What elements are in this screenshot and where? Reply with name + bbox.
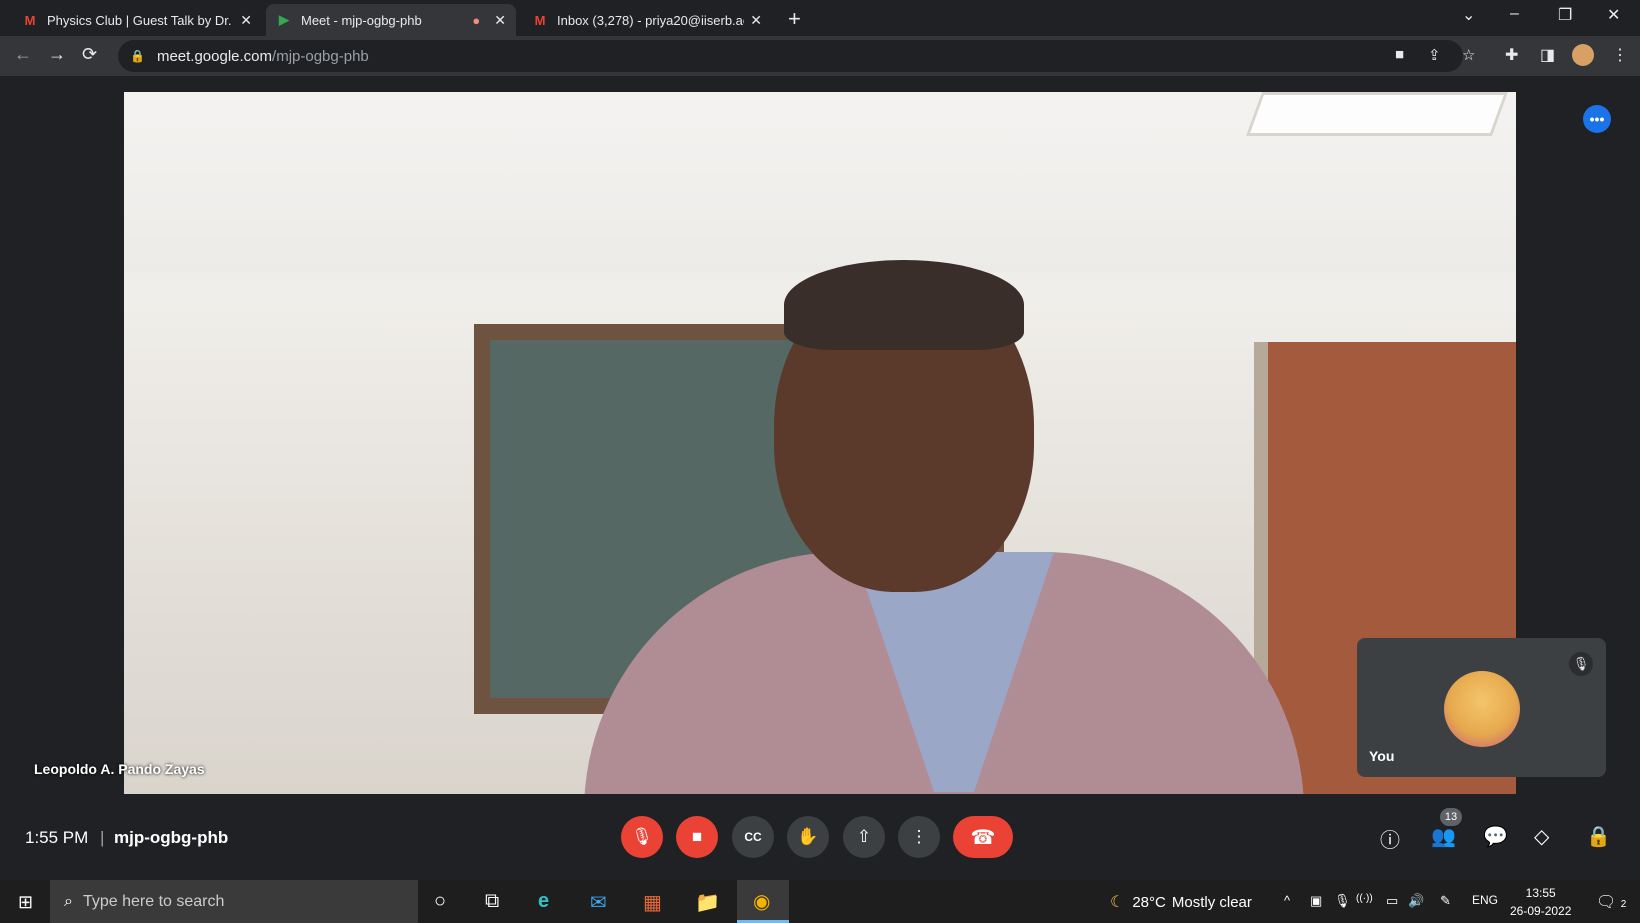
reload-button[interactable]: ⟳	[82, 44, 97, 65]
self-name: You	[1369, 748, 1395, 764]
chat-icon[interactable]: 💬	[1483, 824, 1508, 849]
meet-controls-bar: 1:55 PM | mjp-ogbg-phb 🎙 ■ CC ✋ ⇧ ⋮ ☎ ⓘ …	[0, 794, 1640, 880]
clock-time: 13:55	[1525, 886, 1556, 900]
browser-toolbar: ← → ⟳ 🔒 meet.google.com /mjp-ogbg-phb ■ …	[0, 36, 1640, 76]
notification-glyph: 🗨	[1596, 894, 1617, 911]
tab-inbox[interactable]: M Inbox (3,278) - priya20@iiserb.ac ✕	[522, 4, 772, 36]
url-path: /mjp-ogbg-phb	[272, 47, 369, 65]
meeting-separator: |	[100, 828, 105, 847]
notification-icon[interactable]: 🗨 2	[1596, 892, 1626, 912]
back-button[interactable]: ←	[14, 44, 32, 65]
more-vert-icon: ⋮	[910, 827, 928, 846]
search-icon: ⌕	[64, 892, 73, 910]
tab-bar: M Physics Club | Guest Talk by Dr. L ✕ ▶…	[0, 0, 1640, 36]
side-panel-icon[interactable]: ◨	[1540, 45, 1555, 65]
language-indicator[interactable]: ENG	[1472, 893, 1498, 907]
meeting-code: mjp-ogbg-phb	[114, 828, 229, 847]
address-bar[interactable]: 🔒 meet.google.com /mjp-ogbg-phb	[118, 40, 1463, 72]
speaker-video	[124, 92, 1516, 795]
participant-count-badge: 13	[1440, 808, 1462, 826]
url-host: meet.google.com	[156, 47, 273, 65]
lock-icon[interactable]: 🔒	[130, 49, 145, 63]
weather-widget[interactable]: ☾ 28°C Mostly clear	[1110, 892, 1252, 912]
cortana-icon[interactable]: ○	[434, 890, 446, 913]
forward-button[interactable]: →	[48, 44, 66, 65]
weather-temp: 28°C	[1132, 893, 1166, 911]
browser-menu-icon[interactable]: ⋮	[1612, 45, 1628, 65]
pen-icon[interactable]: ✎	[1440, 893, 1451, 909]
restore-button[interactable]: ❐	[1558, 5, 1572, 25]
mic-off-icon: 🎙	[631, 827, 653, 846]
mail-icon[interactable]: ✉	[590, 890, 607, 915]
task-view-icon[interactable]: ⧉	[485, 890, 499, 913]
present-button[interactable]: ⇧	[843, 816, 885, 858]
hand-icon: ✋	[797, 827, 819, 846]
meeting-time: 1:55 PM	[25, 828, 89, 847]
bookmark-star-icon[interactable]: ☆	[1462, 46, 1475, 64]
notification-count: 2	[1620, 899, 1627, 910]
tab-label: Inbox (3,278) - priya20@iiserb.ac	[557, 12, 745, 28]
present-icon: ⇧	[856, 827, 872, 846]
tray-meet-icon[interactable]: ▣	[1310, 893, 1322, 909]
speaker-name: Leopoldo A. Pando Zayas	[34, 761, 205, 777]
clock-date: 26-09-2022	[1510, 904, 1572, 918]
host-controls-icon[interactable]: 🔒	[1586, 824, 1611, 849]
camera-toggle-button[interactable]: ■	[676, 816, 718, 858]
extensions-icon[interactable]: ✚	[1505, 45, 1518, 65]
tab-physics-club[interactable]: M Physics Club | Guest Talk by Dr. L ✕	[12, 4, 262, 36]
close-window-button[interactable]: ✕	[1607, 5, 1620, 25]
raise-hand-button[interactable]: ✋	[787, 816, 829, 858]
file-explorer-icon[interactable]: 📁	[695, 890, 720, 915]
tab-search-icon[interactable]: ⌄	[1462, 5, 1475, 25]
battery-icon[interactable]: ▭	[1386, 893, 1398, 909]
camera-icon[interactable]: ■	[1395, 46, 1404, 63]
captions-button[interactable]: CC	[732, 816, 774, 858]
more-controls-button[interactable]: ⋮	[898, 816, 940, 858]
moon-cloud-icon: ☾	[1110, 894, 1125, 911]
close-icon[interactable]: ✕	[494, 12, 506, 29]
windows-start-icon[interactable]: ⊞	[18, 892, 33, 913]
close-icon[interactable]: ✕	[240, 12, 252, 29]
self-view-tile[interactable]: 🎙 You	[1357, 638, 1606, 777]
tray-chevron-icon[interactable]: ^	[1284, 893, 1290, 908]
self-avatar	[1444, 671, 1520, 747]
end-call-button[interactable]: ☎	[953, 816, 1013, 858]
chrome-icon: ◉	[753, 891, 771, 913]
phone-hangup-icon: ☎	[970, 826, 996, 849]
camera-off-icon: ■	[691, 827, 703, 846]
self-mic-muted-icon: 🎙	[1569, 652, 1593, 676]
speaker-hair	[784, 260, 1024, 350]
mic-toggle-button[interactable]: 🎙	[621, 816, 663, 858]
volume-icon[interactable]: 🔊	[1408, 893, 1424, 909]
meet-icon: ▶	[279, 12, 289, 27]
tray-mic-icon[interactable]: 🎙	[1334, 893, 1351, 909]
ceiling-light	[1245, 92, 1509, 136]
recording-icon: ●	[472, 12, 481, 28]
profile-avatar[interactable]	[1572, 44, 1594, 66]
store-icon[interactable]: ▦	[643, 890, 662, 915]
new-tab-button[interactable]: +	[788, 6, 801, 32]
minimize-button[interactable]: –	[1510, 5, 1519, 23]
close-icon[interactable]: ✕	[750, 12, 762, 29]
share-icon[interactable]: ⇪	[1428, 46, 1441, 64]
tab-label: Physics Club | Guest Talk by Dr. L	[47, 12, 235, 28]
tab-meet[interactable]: ▶ Meet - mjp-ogbg-phb ● ✕	[266, 4, 516, 36]
windows-taskbar: ⊞ ⌕ Type here to search ○ ⧉ e ✉ ▦ 📁 ◉ ☾ …	[0, 880, 1640, 923]
search-placeholder: Type here to search	[82, 892, 225, 910]
more-options-icon[interactable]: •••	[1583, 105, 1611, 133]
wifi-icon[interactable]: ((·))	[1356, 893, 1373, 904]
speaker-person	[584, 252, 1304, 795]
gmail-icon: M	[24, 12, 36, 28]
people-icon[interactable]: 👥	[1431, 824, 1456, 849]
captions-icon: CC	[744, 830, 762, 844]
edge-icon[interactable]: e	[538, 890, 549, 913]
taskbar-clock[interactable]: 13:55 26-09-2022	[1510, 884, 1571, 920]
weather-desc: Mostly clear	[1171, 893, 1252, 911]
gmail-icon: M	[534, 12, 546, 28]
meeting-info-icon[interactable]: ⓘ	[1380, 824, 1400, 853]
tab-label: Meet - mjp-ogbg-phb	[301, 12, 422, 28]
taskbar-search-box[interactable]: ⌕ Type here to search	[50, 880, 418, 923]
activities-icon[interactable]: ◇	[1534, 824, 1549, 849]
taskbar-chrome-button[interactable]: ◉	[737, 880, 789, 923]
